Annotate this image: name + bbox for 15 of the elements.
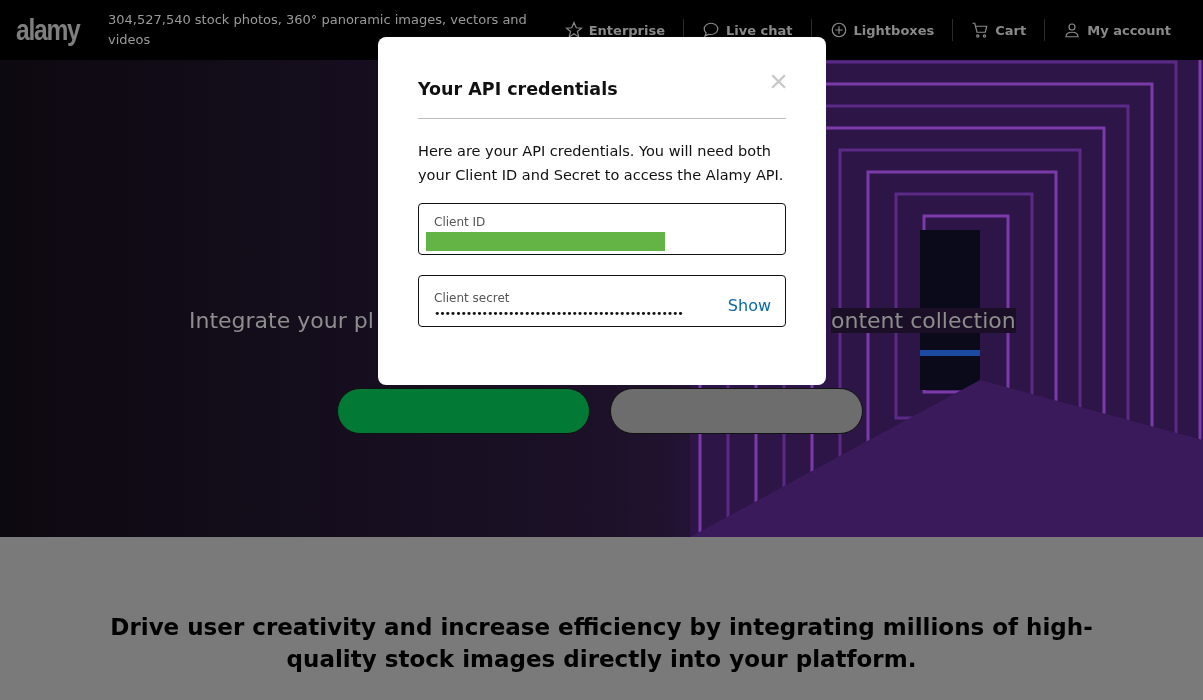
masked-value: ••••••••••••••••••••••••••••••••••••••••••••••• [434, 306, 684, 320]
credential-field[interactable]: Client secret ••••••••••••••••••••••••••••••••••••••••••••••• Show [418, 275, 786, 327]
nav-link[interactable]: My account [1044, 19, 1189, 41]
tagline: 304,527,540 stock photos, 360° panoramic images, vectors and videos [108, 11, 528, 49]
section-heading: Drive user creativity and increase efficiency by integrating millions of high-quality stock images directly into your platform. [109, 613, 1094, 674]
nav-link[interactable]: Enterprise [546, 19, 684, 41]
field-label: Client ID [434, 215, 487, 229]
nav-link[interactable]: Cart [952, 19, 1045, 41]
show-button[interactable]: Show [727, 295, 771, 315]
field-label: Client secret [434, 290, 511, 305]
credential-field[interactable]: Client ID [418, 203, 786, 255]
hero-text: ontent collection [831, 308, 1016, 333]
logo[interactable]: alamy [16, 13, 83, 47]
hero-text: Integrate your pl [189, 308, 375, 333]
modal-text: Here are your API credentials. You will need both your Client ID and Secret to access the Alamy API. [418, 142, 785, 185]
